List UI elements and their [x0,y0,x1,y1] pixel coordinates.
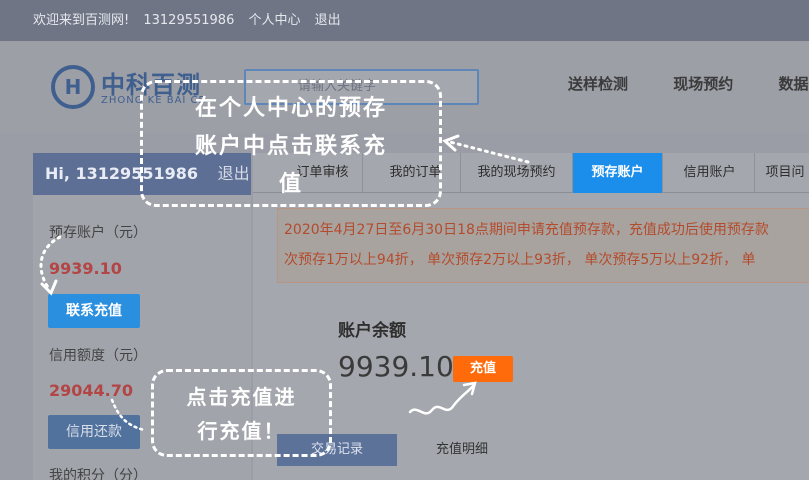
logo-icon: H [51,65,95,109]
logout-link[interactable]: 退出 [315,13,341,28]
top-bar: 欢迎来到百测网! 13129551986 个人中心 退出 [0,0,809,41]
deposit-label: 预存账户（元） [49,225,147,241]
callout-line: 行充值！ [197,419,286,443]
notice-line-1: 2020年4月27日至6月30日18点期间申请充值预存款，充值成功后使用预存款 [284,222,769,238]
balance-value: 9939.10 [338,350,454,383]
nav-item-sample-testing[interactable]: 送样检测 [568,75,628,93]
tab-onsite-booking[interactable]: 我的现场预约 [461,153,573,193]
welcome-text: 欢迎来到百测网! [33,13,130,28]
notice-line-2: 次预存1万以上94折， 单次预存2万以上93折， 单次预存5万以上92折， 单 [284,252,756,268]
tab-credit-account[interactable]: 信用账户 [665,153,755,193]
tab-project[interactable]: 项目问 [755,153,809,193]
annotation-callout-charge: 点击充值进 行充值！ [151,369,332,457]
annotation-callout-deposit: 在个人中心的预存 账户中点击联系充 值 [140,80,442,207]
credit-label: 信用额度（元） [49,348,147,364]
points-label: 我的积分（分） [49,468,147,480]
deposit-value: 9939.10 [49,259,122,278]
nav-item-onsite-booking[interactable]: 现场预约 [673,75,733,93]
arrow-head-icon [442,134,460,152]
user-phone: 13129551986 [143,13,235,28]
promo-notice: 2020年4月27日至6月30日18点期间申请充值预存款，充值成功后使用预存款 … [277,208,809,283]
nav-item-data[interactable]: 数据 [779,75,809,93]
profile-link[interactable]: 个人中心 [248,13,300,28]
callout-line: 在个人中心的预存 [194,95,387,121]
credit-repay-button[interactable]: 信用还款 [48,415,140,449]
contact-recharge-button[interactable]: 联系充值 [48,294,140,328]
callout-line: 点击充值进 [186,385,297,409]
main-nav: 送样检测 现场预约 数据 [568,73,809,94]
tab-deposit-account[interactable]: 预存账户 [573,153,663,193]
callout-line: 值 [278,171,303,197]
credit-value: 29044.70 [49,381,134,400]
charge-button[interactable]: 充值 [453,356,513,382]
balance-label: 账户余额 [338,321,406,341]
tab-recharge-details[interactable]: 充值明细 [417,434,507,466]
callout-line: 账户中点击联系充 [194,133,387,159]
